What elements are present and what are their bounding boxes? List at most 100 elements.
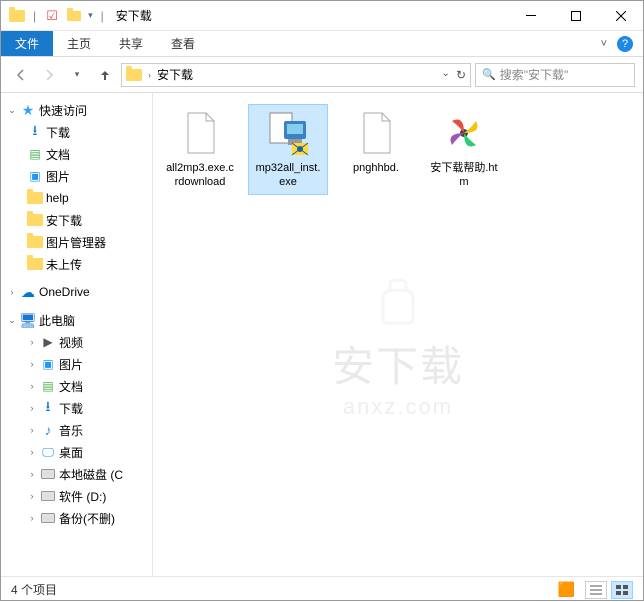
file-name: mp32all_inst.exe	[253, 161, 323, 190]
folder-icon	[27, 190, 43, 206]
expand-icon[interactable]: ›	[27, 359, 37, 369]
label: 本地磁盘 (C	[59, 466, 123, 483]
chevron-right-icon[interactable]: ›	[148, 70, 151, 80]
drive-icon	[40, 466, 56, 482]
expand-icon[interactable]: ›	[27, 447, 37, 457]
breadcrumb[interactable]: 安下载	[157, 66, 193, 83]
sidebar-onedrive[interactable]: › ☁ OneDrive	[1, 281, 152, 303]
check-icon[interactable]: ☑	[44, 8, 60, 24]
titlebar: | ☑ ▾ | 安下载	[1, 1, 643, 31]
sidebar-item[interactable]: 安下载	[1, 209, 152, 231]
file-icon	[440, 109, 488, 157]
sidebar-item[interactable]: ›⭳下载	[1, 397, 152, 419]
tab-file[interactable]: 文件	[1, 31, 53, 56]
picture-icon: ▣	[40, 356, 56, 372]
qat-dropdown-icon[interactable]: ▾	[88, 10, 93, 21]
drive-icon	[40, 510, 56, 526]
file-name: pnghhbd.	[353, 161, 399, 175]
folder-icon	[9, 8, 25, 24]
sidebar-item[interactable]: ›▣图片	[1, 353, 152, 375]
address-box[interactable]: › 安下载 ⌄ ↻	[121, 63, 471, 87]
file-grid: all2mp3.exe.crdownload mp32all_inst.exe p…	[161, 105, 635, 194]
download-icon: ⭳	[27, 124, 43, 140]
tab-view[interactable]: 查看	[157, 31, 209, 56]
collapse-icon[interactable]: ⌄	[7, 105, 17, 116]
sidebar-item[interactable]: ›▶视频	[1, 331, 152, 353]
expand-icon[interactable]: ›	[27, 469, 37, 479]
tab-share[interactable]: 共享	[105, 31, 157, 56]
file-item[interactable]: all2mp3.exe.crdownload	[161, 105, 239, 194]
file-icon	[352, 109, 400, 157]
address-bar: ▾ › 安下载 ⌄ ↻ 🔍 搜索"安下载"	[1, 57, 643, 93]
ribbon: 文件 主页 共享 查看 ˅ ?	[1, 31, 643, 57]
sidebar-item[interactable]: ›🖵桌面	[1, 441, 152, 463]
search-input[interactable]: 🔍 搜索"安下载"	[475, 63, 635, 87]
back-button[interactable]	[9, 63, 33, 87]
folder-small-icon[interactable]	[66, 8, 82, 24]
expand-icon[interactable]: ›	[27, 337, 37, 347]
sidebar-item[interactable]: › 本地磁盘 (C	[1, 463, 152, 485]
sidebar-item[interactable]: ▣图片	[1, 165, 152, 187]
body: ⌄ ★ 快速访问 ⭳下载▤文档▣图片help安下载图片管理器未上传 › ☁ On…	[1, 93, 643, 576]
ime-icon: 🟧	[558, 581, 575, 599]
folder-icon	[27, 234, 43, 250]
refresh-icon[interactable]: ↻	[456, 68, 466, 82]
video-icon: ▶	[40, 334, 56, 350]
label: 图片	[59, 356, 83, 373]
document-icon: ▤	[40, 378, 56, 394]
address-dropdown-icon[interactable]: ⌄	[442, 68, 450, 82]
cloud-icon: ☁	[20, 284, 36, 300]
expand-icon[interactable]: ›	[27, 381, 37, 391]
window-controls	[508, 1, 643, 30]
file-item[interactable]: 安下载帮助.htm	[425, 105, 503, 194]
folder-icon	[27, 256, 43, 272]
up-button[interactable]	[93, 63, 117, 87]
collapse-icon[interactable]: ⌄	[7, 315, 17, 326]
sidebar-item[interactable]: ›▤文档	[1, 375, 152, 397]
close-button[interactable]	[598, 1, 643, 30]
item-count: 4 个项目	[11, 581, 57, 598]
details-view-button[interactable]	[585, 581, 607, 599]
separator: |	[33, 9, 36, 23]
label: 音乐	[59, 422, 83, 439]
sidebar-item[interactable]: 图片管理器	[1, 231, 152, 253]
navigation-pane[interactable]: ⌄ ★ 快速访问 ⭳下载▤文档▣图片help安下载图片管理器未上传 › ☁ On…	[1, 93, 153, 576]
sidebar-item[interactable]: ▤文档	[1, 143, 152, 165]
expand-icon[interactable]: ›	[27, 403, 37, 413]
status-bar: 4 个项目 🟧	[1, 576, 643, 602]
expand-icon[interactable]: ›	[27, 513, 37, 523]
file-item[interactable]: mp32all_inst.exe	[249, 105, 327, 194]
label: 未上传	[46, 256, 82, 273]
recent-dropdown-icon[interactable]: ▾	[65, 63, 89, 87]
expand-icon[interactable]: ›	[27, 491, 37, 501]
tab-home[interactable]: 主页	[53, 31, 105, 56]
file-icon	[176, 109, 224, 157]
pc-icon: 🖥	[20, 312, 36, 328]
picture-icon: ▣	[27, 168, 43, 184]
icons-view-button[interactable]	[611, 581, 633, 599]
sidebar-item[interactable]: ⭳下载	[1, 121, 152, 143]
label: 备份(不删)	[59, 510, 115, 527]
label: 软件 (D:)	[59, 488, 106, 505]
file-item[interactable]: pnghhbd.	[337, 105, 415, 194]
sidebar-item[interactable]: ›♪音乐	[1, 419, 152, 441]
sidebar-quick-access[interactable]: ⌄ ★ 快速访问	[1, 99, 152, 121]
file-pane[interactable]: all2mp3.exe.crdownload mp32all_inst.exe p…	[153, 93, 643, 576]
expand-icon[interactable]: ›	[27, 425, 37, 435]
sidebar-item[interactable]: › 备份(不删)	[1, 507, 152, 529]
minimize-button[interactable]	[508, 1, 553, 30]
expand-icon[interactable]: ›	[7, 287, 17, 297]
maximize-button[interactable]	[553, 1, 598, 30]
help-icon[interactable]: ?	[617, 36, 633, 52]
ribbon-expand-icon[interactable]: ˅	[601, 38, 607, 50]
label: 快速访问	[39, 102, 87, 119]
separator2: |	[101, 9, 104, 23]
label: 桌面	[59, 444, 83, 461]
sidebar-item[interactable]: › 软件 (D:)	[1, 485, 152, 507]
label: 下载	[59, 400, 83, 417]
sidebar-this-pc[interactable]: ⌄ 🖥 此电脑	[1, 309, 152, 331]
sidebar-item[interactable]: 未上传	[1, 253, 152, 275]
file-icon	[264, 109, 312, 157]
forward-button[interactable]	[37, 63, 61, 87]
sidebar-item[interactable]: help	[1, 187, 152, 209]
